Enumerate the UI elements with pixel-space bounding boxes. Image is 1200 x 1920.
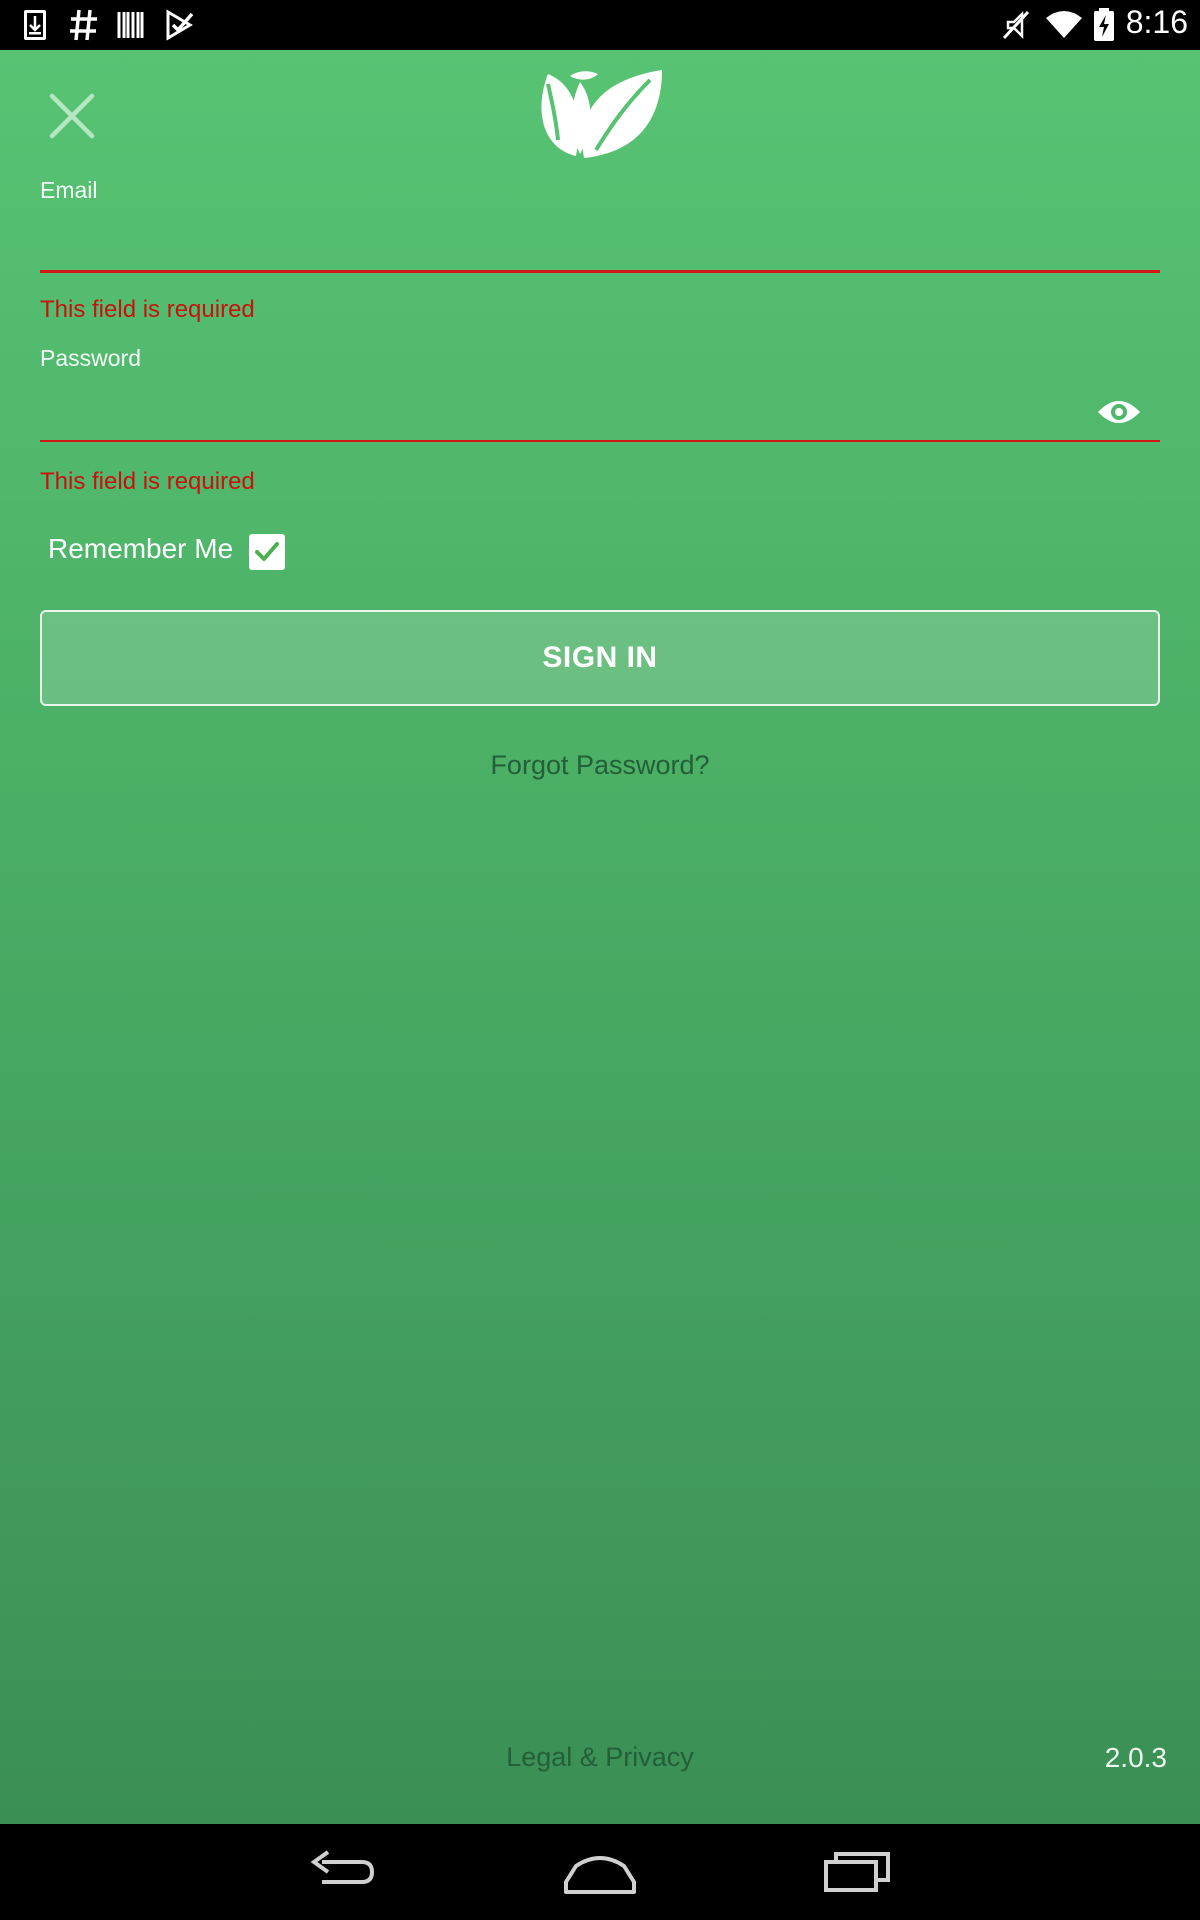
checkmark-icon — [255, 542, 279, 561]
forgot-password-link[interactable]: Forgot Password? — [0, 750, 1200, 781]
barcode-icon — [117, 12, 144, 38]
email-label: Email — [40, 177, 98, 203]
battery-charging-icon — [1094, 8, 1114, 41]
password-field[interactable] — [40, 386, 1160, 442]
wifi-icon — [1046, 11, 1082, 38]
vibrate-off-icon — [1002, 10, 1030, 40]
password-label: Password — [40, 345, 141, 371]
email-error-text: This field is required — [40, 296, 255, 323]
remember-me-label: Remember Me — [48, 533, 234, 564]
hash-icon — [70, 9, 97, 41]
system-nav-bar — [0, 1824, 1200, 1920]
status-time: 8:16 — [1125, 4, 1188, 40]
status-bar: 8:16 — [0, 0, 1200, 50]
remember-me-checkbox[interactable] — [249, 534, 285, 570]
email-field[interactable] — [40, 217, 1160, 273]
app-version: 2.0.3 — [1104, 1742, 1167, 1773]
back-icon[interactable] — [306, 1844, 378, 1900]
eye-icon[interactable] — [1096, 394, 1142, 430]
download-icon — [24, 10, 46, 40]
leaf-logo-icon — [541, 70, 662, 158]
login-screen: Email This field is required Password Th… — [0, 50, 1200, 1824]
task-check-icon — [166, 9, 194, 41]
sign-in-button[interactable]: SIGN IN — [40, 610, 1160, 706]
password-error-text: This field is required — [40, 468, 255, 495]
recent-apps-icon[interactable] — [822, 1844, 892, 1900]
close-icon[interactable] — [46, 90, 98, 142]
home-icon[interactable] — [562, 1844, 638, 1900]
legal-privacy-link[interactable]: Legal & Privacy — [0, 1742, 1200, 1773]
